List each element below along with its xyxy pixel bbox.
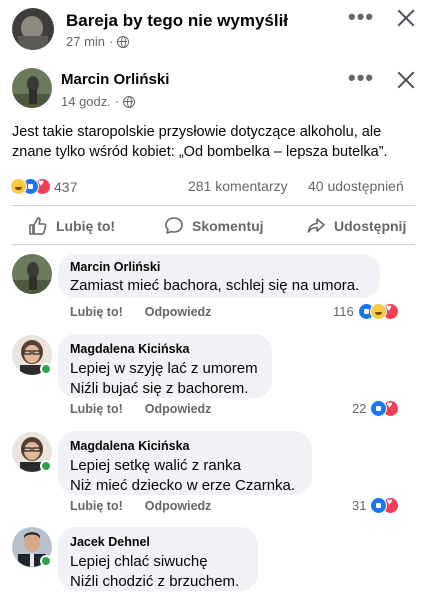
globe-icon <box>117 35 130 48</box>
comment-text: Lepiej chlać siwuchę Niźli chodzić z brz… <box>70 553 240 590</box>
haha-icon <box>10 178 27 195</box>
group-avatar[interactable] <box>12 8 54 50</box>
comment-reply-link[interactable]: Odpowiedz <box>145 402 212 416</box>
comment-like-link[interactable]: Lubię to! <box>70 499 123 513</box>
comment-bubble: Magdalena Kicińska Lepiej w szyję lać z … <box>58 334 272 398</box>
comment-reactions[interactable]: 116 <box>333 303 399 320</box>
online-status-icon <box>40 460 52 472</box>
online-status-icon <box>40 363 52 375</box>
share-button[interactable]: Udostępnij <box>306 216 406 236</box>
post-more-options-icon[interactable]: ••• <box>348 67 374 89</box>
comment-author-avatar[interactable] <box>12 254 52 294</box>
share-button-label: Udostępnij <box>334 218 407 234</box>
reaction-count: 437 <box>54 178 78 195</box>
comment-bubble: Magdalena Kicińska Lepiej setkę walić z … <box>58 431 312 495</box>
comment-reaction-count: 116 <box>333 304 354 319</box>
share-icon <box>307 218 325 233</box>
post-time[interactable]: 14 godz. <box>61 94 111 109</box>
comment-button-label: Skomentuj <box>192 218 264 234</box>
group-post-time[interactable]: 27 min <box>66 34 105 49</box>
like-button-label: Lubię to! <box>56 218 116 234</box>
comment-reactions[interactable]: 22 <box>352 400 400 417</box>
like-button[interactable]: Lubię to! <box>28 216 115 236</box>
comment-reaction-count: 22 <box>352 401 367 416</box>
post-meta: 14 godz. · <box>61 94 136 109</box>
comment-like-link[interactable]: Lubię to! <box>70 402 123 416</box>
group-post-meta: 27 min · <box>66 34 130 49</box>
comment-text: Lepiej w szyję lać z umorem Niźli bujać … <box>70 360 258 397</box>
comment-bubble: Jacek Dehnel Lepiej chlać siwuchę Niźli … <box>58 527 258 591</box>
comment-icon <box>165 217 183 234</box>
comment-actions: Lubię to! Odpowiedz <box>70 499 211 513</box>
meta-separator: · <box>109 34 114 49</box>
group-name[interactable]: Bareja by tego nie wymyślił <box>66 11 288 31</box>
post-text: Jest takie staropolskie przysłowie dotyc… <box>12 124 388 160</box>
divider <box>12 205 415 206</box>
globe-icon <box>123 95 136 108</box>
comment-text: Lepiej setkę walić z ranka Niż mieć dzie… <box>70 457 296 494</box>
comments-count[interactable]: 281 komentarzy <box>188 178 288 194</box>
shares-count[interactable]: 40 udostępnień <box>308 178 404 194</box>
comment-reply-link[interactable]: Odpowiedz <box>145 305 212 319</box>
comment-author[interactable]: Magdalena Kicińska <box>70 439 300 453</box>
meta-separator: · <box>114 94 120 109</box>
group-more-options-icon[interactable]: ••• <box>348 6 374 28</box>
comment-reply-link[interactable]: Odpowiedz <box>145 499 212 513</box>
post-close-icon[interactable] <box>396 70 416 90</box>
comment-author[interactable]: Magdalena Kicińska <box>70 342 260 356</box>
comment-actions: Lubię to! Odpowiedz <box>70 305 211 319</box>
comment-bubble: Marcin Orliński Zamiast mieć bachora, sc… <box>58 254 380 298</box>
online-status-icon <box>40 555 52 567</box>
comment-text: Zamiast mieć bachora, schlej się na umor… <box>70 277 360 294</box>
post-author-name[interactable]: Marcin Orliński <box>61 71 169 88</box>
comment-author[interactable]: Marcin Orliński <box>70 260 368 274</box>
thumbs-up-icon <box>29 217 47 235</box>
comment-reactions[interactable]: 31 <box>352 497 400 514</box>
comment-author[interactable]: Jacek Dehnel <box>70 535 246 549</box>
comment-like-link[interactable]: Lubię to! <box>70 305 123 319</box>
haha-icon <box>369 303 387 320</box>
comment-button[interactable]: Skomentuj <box>164 216 264 236</box>
post-reactions-summary[interactable]: 437 <box>10 178 77 195</box>
comment-actions: Lubię to! Odpowiedz <box>70 402 211 416</box>
post-author-avatar[interactable] <box>12 68 52 108</box>
group-close-icon[interactable] <box>396 8 416 28</box>
comment-reaction-count: 31 <box>352 498 367 513</box>
divider <box>12 244 415 245</box>
